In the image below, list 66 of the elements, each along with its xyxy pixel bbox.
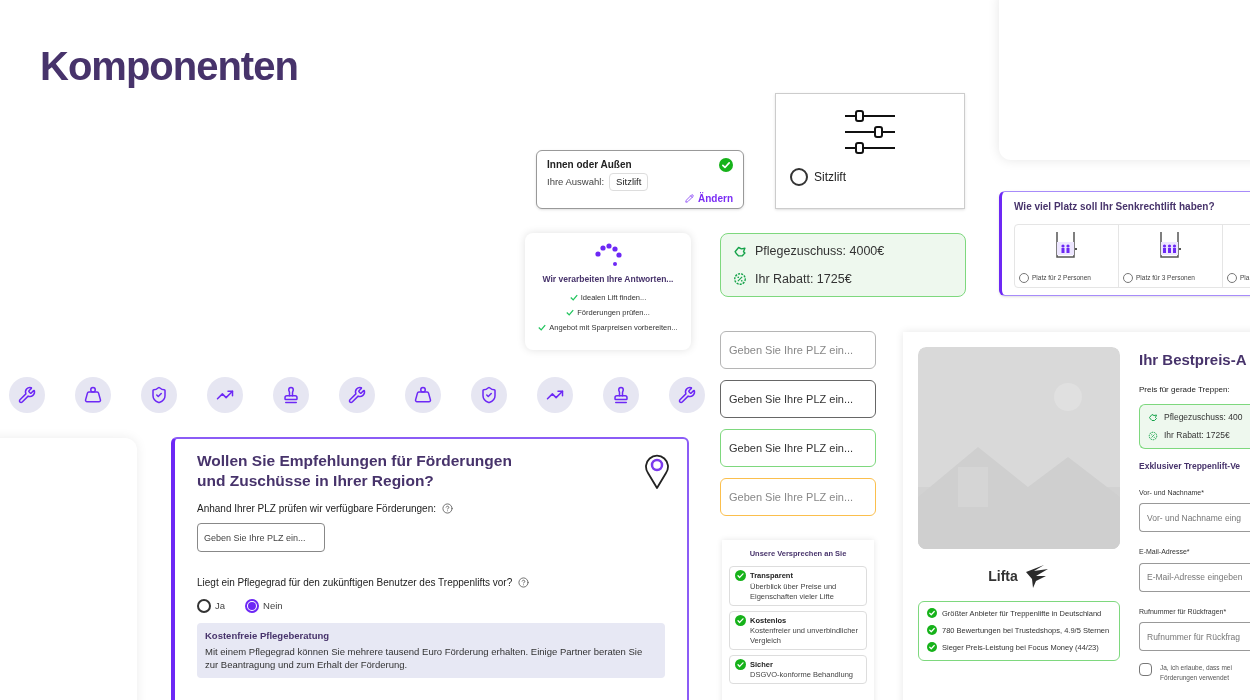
info-text: Mit einem Pflegegrad können Sie mehrere tausend Euro Förderung erhalten. Einige Partner beraten Sie zur Beantragung und zum Erhalt der Förderung. — [205, 644, 644, 672]
text-input-field[interactable]: Rufnummer für Rückfrag — [1139, 622, 1250, 652]
tick-icon — [569, 293, 578, 301]
discount-badge-icon — [1148, 430, 1158, 441]
location-pin-icon — [645, 453, 669, 489]
radio-button[interactable] — [245, 599, 260, 614]
field-label: Anhand Ihrer PLZ prüfen wir verfügbare Förderungen: — [197, 502, 437, 516]
shield-check-icon — [480, 386, 498, 404]
savings-text: Ihr Rabatt: 1725€ — [1164, 429, 1230, 442]
question-title: Wie viel Platz soll Ihr Senkrechtlift haben? — [1014, 200, 1216, 214]
plz-input-field[interactable]: Geben Sie Ihre PLZ ein... — [720, 380, 876, 418]
page-heading: Komponenten — [40, 43, 298, 90]
help-icon[interactable] — [442, 503, 454, 514]
plz-input-field[interactable]: Geben Sie Ihre PLZ ein... — [197, 523, 325, 552]
discount-badge-icon — [733, 271, 747, 286]
bird-logo-icon — [1023, 563, 1050, 589]
help-icon[interactable] — [518, 577, 530, 588]
tools-icon — [18, 386, 36, 404]
elevator-icon — [1158, 231, 1183, 259]
option-label: Sitzlift — [814, 169, 846, 186]
check-icon — [735, 614, 746, 626]
offer-title: Ihr Bestpreis-A — [1139, 350, 1248, 370]
radio-button[interactable] — [197, 599, 211, 614]
elevator-icon — [1054, 231, 1079, 259]
brand-name: Lifta — [988, 566, 1018, 586]
shield-check-icon — [150, 386, 168, 404]
stamp-icon — [282, 386, 300, 404]
check-icon — [927, 608, 937, 618]
text-input-field[interactable]: Vor- und Nachname eing — [1139, 503, 1250, 533]
loading-title: Wir verarbeiten Ihre Antworten... — [542, 273, 674, 286]
check-icon — [927, 625, 937, 635]
savings-text: Ihr Rabatt: 1725€ — [755, 270, 852, 288]
plz-input-field[interactable]: Geben Sie Ihre PLZ ein... — [720, 478, 876, 516]
tools-icon — [678, 386, 696, 404]
edit-link[interactable]: Ändern — [685, 191, 733, 207]
radio-button[interactable] — [790, 168, 808, 186]
tools-icon — [348, 386, 366, 404]
spinner-icon — [592, 243, 624, 269]
form-title: Wollen Sie Empfehlungen für Förderungen und Zuschüsse in Ihrer Region? — [197, 451, 513, 491]
radio-label: Ja — [215, 599, 226, 613]
stamp-icon — [612, 386, 630, 404]
text-input-field[interactable]: E-Mail-Adresse eingeben — [1139, 562, 1250, 592]
tick-icon — [538, 324, 547, 332]
option-card[interactable]: Sitzlift — [775, 93, 965, 209]
offer-subtitle: Exklusiver Treppenlift-Ve — [1139, 460, 1242, 473]
weight-icon — [84, 386, 102, 404]
plz-input-field[interactable]: Geben Sie Ihre PLZ ein... — [720, 429, 876, 467]
info-title: Kostenfreie Pflegeberatung — [205, 629, 331, 644]
price-label: Preis für gerade Treppen: — [1139, 383, 1231, 396]
question-text: Liegt ein Pflegegrad für den zukünftigen Benutzer des Treppenlifts vor? — [197, 576, 513, 590]
selection-chip: Sitzlift — [609, 173, 649, 192]
tick-icon — [566, 309, 575, 317]
weight-icon — [414, 386, 432, 404]
selection-label: Ihre Auswahl: — [547, 175, 605, 189]
consent-checkbox[interactable] — [1139, 663, 1152, 677]
savings-text: Pflegezuschuss: 400 — [1164, 410, 1243, 424]
check-icon — [735, 658, 746, 670]
plz-input-field[interactable]: Geben Sie Ihre PLZ ein... — [720, 331, 876, 369]
check-icon — [719, 157, 733, 172]
check-icon — [735, 570, 746, 582]
savings-text: Pflegezuschuss: 4000€ — [755, 242, 885, 260]
sliders-icon — [845, 108, 895, 156]
check-icon — [927, 642, 937, 652]
pencil-icon — [685, 194, 694, 204]
card-title: Innen oder Außen — [547, 158, 632, 172]
radio-label: Nein — [263, 599, 283, 613]
